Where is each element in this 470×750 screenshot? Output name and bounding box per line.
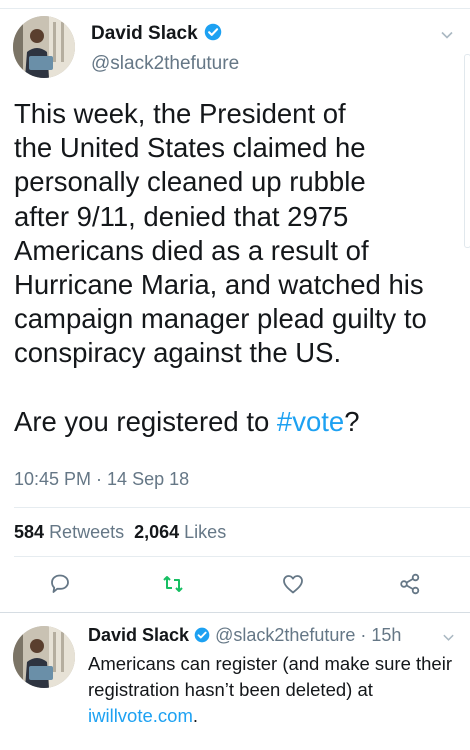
tweet-line: This week, the President of xyxy=(14,98,346,129)
author-name-text[interactable]: David Slack xyxy=(91,23,198,44)
verified-badge-icon xyxy=(194,627,210,643)
heart-icon[interactable] xyxy=(281,572,305,596)
share-icon[interactable] xyxy=(398,572,422,596)
tweet-line: the United States claimed he xyxy=(14,132,366,164)
reply-meta-separator: · xyxy=(355,625,372,645)
retweet-icon[interactable] xyxy=(161,572,185,596)
reply-age[interactable]: 15h xyxy=(371,625,401,645)
thread-divider xyxy=(0,612,470,613)
reply-author-name[interactable]: David Slack xyxy=(88,625,189,645)
engagement-stats: 584 Retweets 2,064 Likes xyxy=(14,522,226,543)
previous-tweet-edge xyxy=(0,0,470,9)
question-prefix: Are you registered to xyxy=(14,405,277,437)
tweet-line: Hurricane Maria, and watched his xyxy=(14,269,424,301)
scrollbar[interactable] xyxy=(464,54,470,248)
tweet-line: after 9/11, denied that 2975 xyxy=(14,200,349,232)
retweets-count: 584 xyxy=(14,522,45,542)
chevron-down-icon[interactable] xyxy=(442,631,455,644)
divider xyxy=(14,556,470,557)
tweet-line: conspiracy against the US. xyxy=(14,337,342,369)
reply-avatar[interactable] xyxy=(13,626,75,688)
verified-badge-icon xyxy=(204,23,222,41)
likes-label: Likes xyxy=(184,522,227,542)
divider xyxy=(14,507,470,508)
tweet-line: Americans died as a result of xyxy=(14,234,369,266)
hashtag-link[interactable]: #vote xyxy=(277,406,344,437)
reply-handle[interactable]: @slack2thefuture xyxy=(215,625,355,645)
reply-text: Americans can register (and make sure th… xyxy=(88,651,458,729)
reply-text-end: . xyxy=(192,705,198,726)
tweet-line: campaign manager plead guilty to xyxy=(14,303,427,335)
tweet-body: This week, the President of the United S… xyxy=(14,97,454,371)
reply-icon[interactable] xyxy=(48,572,72,596)
author-name[interactable]: David Slack xyxy=(91,23,222,45)
tweet-text: This week, the President of the United S… xyxy=(14,97,454,439)
retweets-stat[interactable]: 584 Retweets xyxy=(14,522,124,542)
tweet-question: Are you registered to #vote? xyxy=(14,405,454,439)
reply-link[interactable]: iwillvote.com xyxy=(88,705,193,726)
chevron-down-icon[interactable] xyxy=(440,28,454,42)
question-suffix: ? xyxy=(344,405,360,437)
likes-count: 2,064 xyxy=(134,522,180,542)
reply-header: David Slack @slack2thefuture · 15h xyxy=(88,625,401,646)
author-handle[interactable]: @slack2thefuture xyxy=(91,53,239,75)
tweet-timestamp[interactable]: 10:45 PM · 14 Sep 18 xyxy=(14,469,189,490)
retweets-label: Retweets xyxy=(49,522,125,542)
reply-text-body: Americans can register (and make sure th… xyxy=(88,653,452,700)
tweet-line: personally cleaned up rubble xyxy=(14,166,366,198)
avatar[interactable] xyxy=(13,16,75,78)
likes-stat[interactable]: 2,064 Likes xyxy=(134,522,226,542)
